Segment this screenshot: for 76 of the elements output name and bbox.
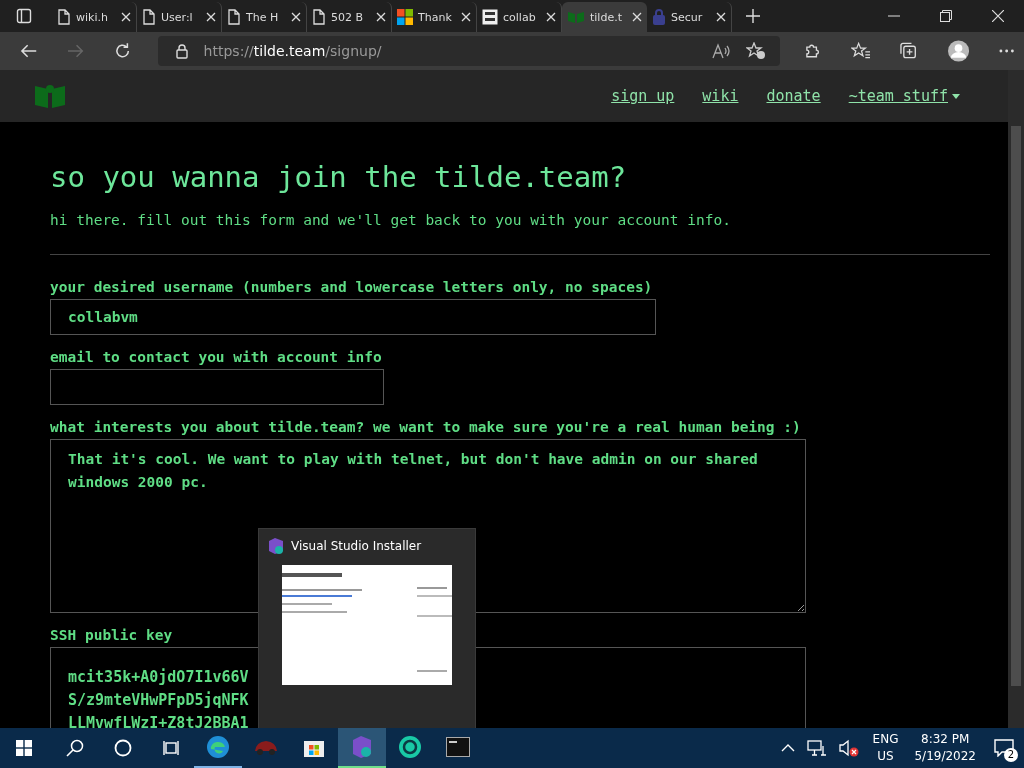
add-favorite-icon[interactable] xyxy=(746,42,767,60)
close-icon[interactable] xyxy=(291,12,301,22)
close-icon[interactable] xyxy=(206,12,216,22)
task-view-icon[interactable] xyxy=(162,739,180,757)
extensions-icon[interactable] xyxy=(804,42,822,60)
page-icon xyxy=(142,9,156,25)
field-label: SSH public key xyxy=(50,627,174,643)
ring-logo-icon xyxy=(398,735,422,759)
cortana-icon[interactable] xyxy=(114,739,132,757)
tab-title: wiki.h xyxy=(76,10,109,24)
binary-icon xyxy=(482,9,498,25)
new-tab-icon[interactable] xyxy=(746,9,760,23)
address-bar[interactable]: https://tilde.team/signup/ xyxy=(157,36,781,66)
terminal-icon xyxy=(446,737,470,757)
refresh-icon[interactable] xyxy=(114,42,132,60)
nav-link[interactable]: donate xyxy=(766,87,821,105)
lock-icon xyxy=(652,9,666,25)
nav-link[interactable]: wiki xyxy=(702,87,739,105)
search-icon[interactable] xyxy=(66,739,84,757)
network-icon[interactable] xyxy=(806,740,827,756)
notification-button[interactable]: 2 xyxy=(984,728,1024,768)
page-icon xyxy=(312,9,326,25)
scrollbar[interactable] xyxy=(1008,70,1024,728)
nav-link[interactable]: sign up xyxy=(611,87,675,105)
close-icon[interactable] xyxy=(632,12,642,22)
tab-title: User:l xyxy=(161,10,194,24)
field-label: your desired username (numbers and lowercase letters only, no spaces) xyxy=(50,279,654,295)
windows-logo-icon xyxy=(397,9,413,25)
input-field[interactable]: collabvm xyxy=(50,299,656,335)
caret-icon xyxy=(952,93,960,99)
tab-actions-icon[interactable] xyxy=(16,8,32,24)
muted-speaker-icon[interactable] xyxy=(838,739,859,757)
taskbar-preview[interactable]: Visual Studio Installer xyxy=(258,528,476,728)
page-heading: so you wanna join the tilde.team? xyxy=(50,160,628,194)
edge-icon xyxy=(206,735,230,759)
favorites-icon[interactable] xyxy=(851,42,871,60)
read-aloud-icon[interactable] xyxy=(712,43,731,59)
profile-avatar-icon[interactable] xyxy=(947,40,969,62)
back-icon[interactable] xyxy=(20,43,38,59)
close-icon[interactable] xyxy=(546,12,556,22)
more-icon[interactable] xyxy=(998,49,1014,53)
preview-title: Visual Studio Installer xyxy=(291,539,422,553)
tab-title: 502 B xyxy=(331,10,365,24)
tab-title: tilde.t xyxy=(590,10,623,24)
tab-title: Secur xyxy=(671,10,704,24)
tab-title: The H xyxy=(246,10,280,24)
close-icon[interactable] xyxy=(992,10,1004,22)
close-icon[interactable] xyxy=(121,12,131,22)
chevron-up-icon[interactable] xyxy=(780,744,795,752)
vs-installer-icon xyxy=(350,735,374,759)
collections-icon[interactable] xyxy=(900,42,918,60)
notification-icon xyxy=(994,739,1014,757)
tab-title: Thank xyxy=(418,10,453,24)
book-icon xyxy=(567,10,585,24)
nav-link[interactable]: ~team stuff xyxy=(848,87,960,105)
url-text: https://tilde.team/signup/ xyxy=(203,43,382,59)
field-label: what interests you about tilde.team? we want to make sure you're a real human being :) xyxy=(50,419,802,435)
close-icon[interactable] xyxy=(716,12,726,22)
intro-text: hi there. fill out this form and we'll get back to you with your account info. xyxy=(50,212,732,228)
clock-date[interactable]: 5/19/2022 xyxy=(914,748,976,765)
notification-count: 2 xyxy=(1004,748,1018,762)
browser-tab[interactable]: tilde.t xyxy=(562,2,647,32)
close-icon[interactable] xyxy=(461,12,471,22)
lock-icon xyxy=(175,43,188,59)
tab-title: collab xyxy=(503,10,537,24)
field-label: email to contact you with account info xyxy=(50,349,383,365)
clock-time[interactable]: 8:32 PM xyxy=(921,731,970,748)
page-icon xyxy=(227,9,241,25)
region-label[interactable]: US xyxy=(877,748,894,765)
windows-start-icon[interactable] xyxy=(16,740,32,756)
close-icon[interactable] xyxy=(376,12,386,22)
language-label[interactable]: ENG xyxy=(872,731,899,748)
input-field[interactable] xyxy=(50,369,384,405)
page-icon xyxy=(57,9,71,25)
restore-icon[interactable] xyxy=(940,10,952,22)
vs-installer-icon xyxy=(267,537,285,555)
